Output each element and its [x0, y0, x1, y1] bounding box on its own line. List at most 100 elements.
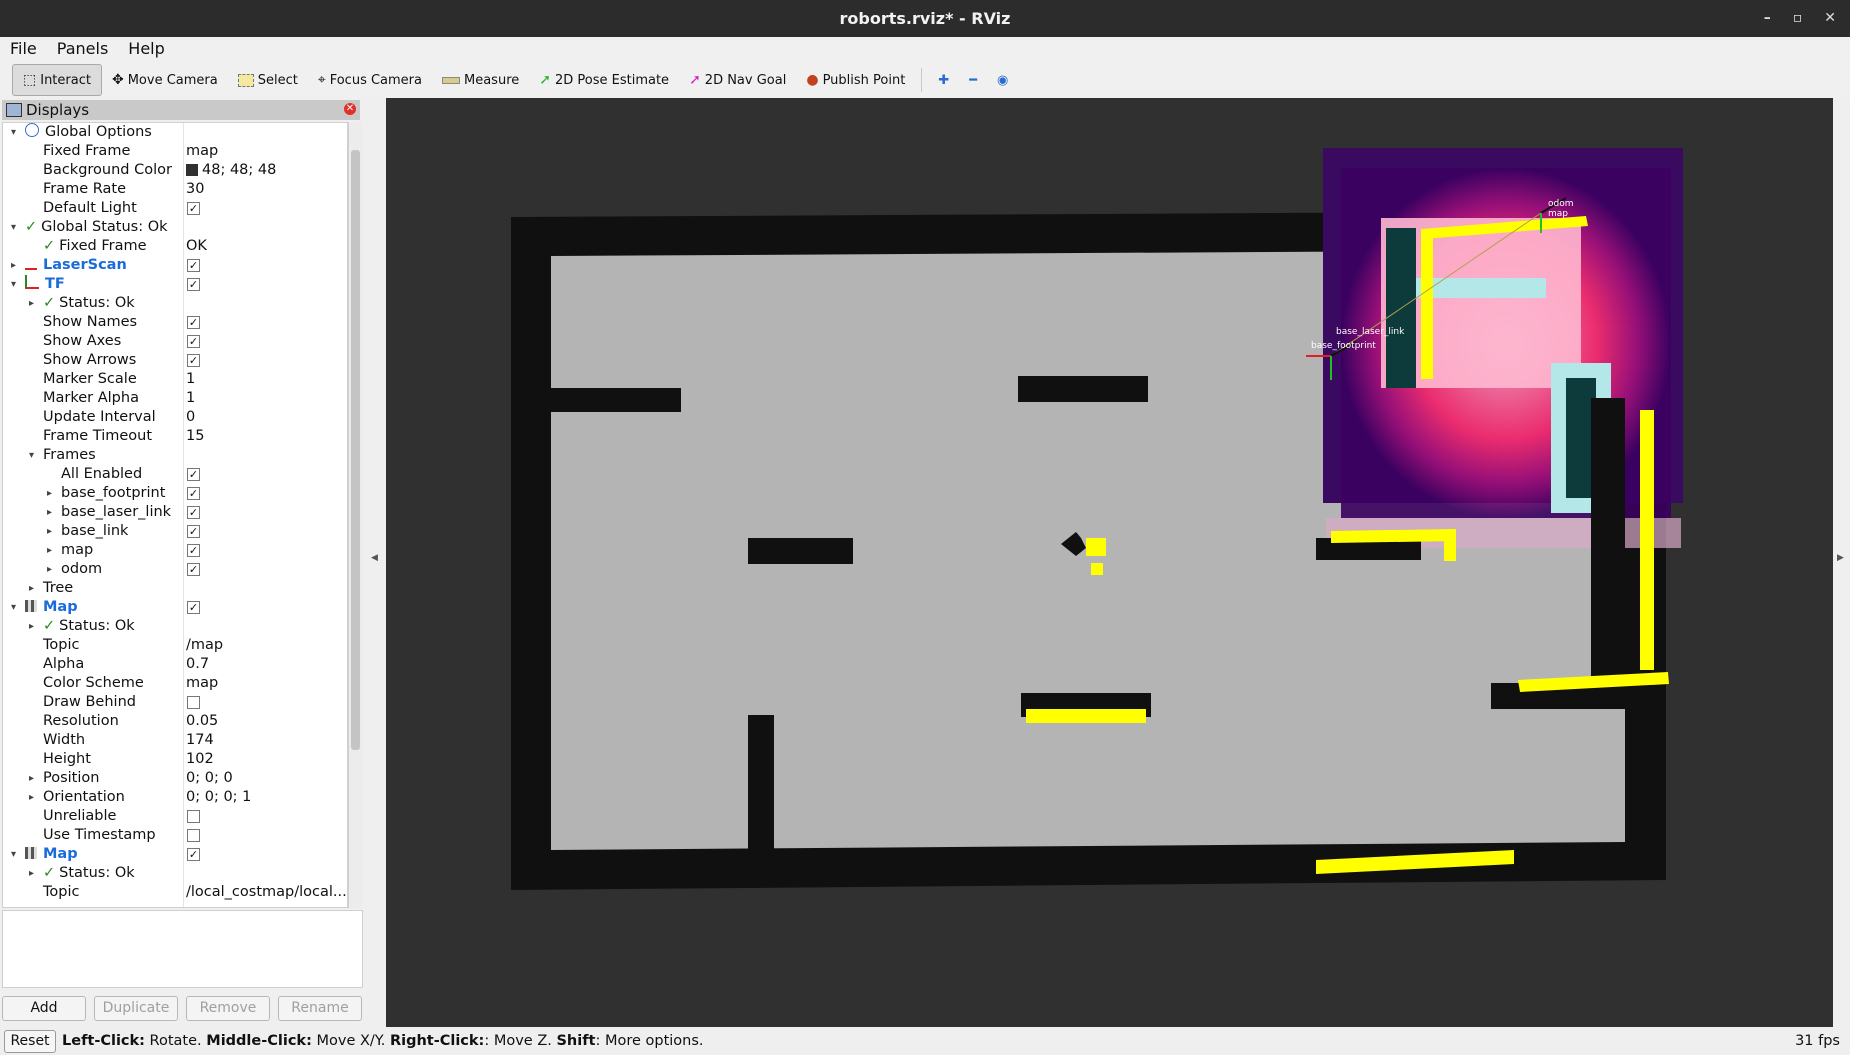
render-3d-view[interactable]: map odom base_laser_link base_footprint	[386, 98, 1833, 1027]
remove-tool-button[interactable]: ━	[959, 65, 987, 95]
display-tree-row[interactable]: Fixed Frame map	[3, 142, 347, 161]
reset-button[interactable]: Reset	[4, 1030, 56, 1053]
display-tree-row[interactable]: Alpha 0.7	[3, 655, 347, 674]
display-tree-row[interactable]: ▸ base_laser_link ✓	[3, 503, 347, 522]
row-checkbox[interactable]: ✓	[187, 525, 200, 538]
expand-closed-icon[interactable]: ▸	[47, 503, 52, 522]
remove-button[interactable]: Remove	[186, 996, 270, 1021]
row-value[interactable]: /local_costmap/local...	[186, 883, 347, 902]
display-tree-row[interactable]: ▸ map ✓	[3, 541, 347, 560]
display-tree-row[interactable]: ▸ odom ✓	[3, 560, 347, 579]
menu-panels[interactable]: Panels	[47, 37, 119, 61]
move-camera-tool-button[interactable]: ✥ Move Camera	[102, 65, 228, 95]
row-value[interactable]: 30	[186, 180, 204, 199]
display-tree-row[interactable]: Marker Alpha 1	[3, 389, 347, 408]
scrollbar-thumb[interactable]	[351, 150, 360, 750]
row-checkbox[interactable]	[187, 829, 200, 842]
row-value[interactable]: OK	[186, 237, 207, 256]
display-tree-row[interactable]: Frame Timeout 15	[3, 427, 347, 446]
row-checkbox[interactable]: ✓	[187, 487, 200, 500]
row-value[interactable]: /map	[186, 636, 223, 655]
row-value[interactable]: 174	[186, 731, 214, 750]
expand-open-icon[interactable]: ▾	[29, 446, 34, 465]
row-value[interactable]: map	[186, 142, 218, 161]
display-tree-row[interactable]: Show Axes ✓	[3, 332, 347, 351]
displays-tree[interactable]: ▾ Global Options Fixed Frame map Background …	[2, 122, 348, 908]
row-value[interactable]: 0.05	[186, 712, 218, 731]
measure-tool-button[interactable]: Measure	[432, 65, 529, 95]
expand-closed-icon[interactable]: ▸	[29, 769, 34, 788]
display-tree-row[interactable]: Resolution 0.05	[3, 712, 347, 731]
add-button[interactable]: Add	[2, 996, 86, 1021]
display-tree-row[interactable]: ▾ TF ✓	[3, 275, 347, 294]
close-icon[interactable]: ✕	[1824, 0, 1836, 37]
expand-open-icon[interactable]: ▾	[11, 598, 16, 617]
display-tree-row[interactable]: ▸ base_footprint ✓	[3, 484, 347, 503]
row-checkbox[interactable]: ✓	[187, 468, 200, 481]
display-tree-row[interactable]: Unreliable	[3, 807, 347, 826]
expand-closed-icon[interactable]: ▸	[29, 617, 34, 636]
display-tree-row[interactable]: ▾ Map ✓	[3, 845, 347, 864]
display-tree-row[interactable]: ▾ Map ✓	[3, 598, 347, 617]
display-tree-row[interactable]: Background Color 48; 48; 48	[3, 161, 347, 180]
display-tree-row[interactable]: ▾ ✓ Global Status: Ok	[3, 218, 347, 237]
expand-closed-icon[interactable]: ▸	[47, 541, 52, 560]
row-checkbox[interactable]: ✓	[187, 202, 200, 215]
row-checkbox[interactable]	[187, 696, 200, 709]
display-tree-row[interactable]: Height 102	[3, 750, 347, 769]
row-checkbox[interactable]: ✓	[187, 354, 200, 367]
row-value[interactable]: 0.7	[186, 655, 209, 674]
display-tree-row[interactable]: All Enabled ✓	[3, 465, 347, 484]
display-tree-row[interactable]: Use Timestamp	[3, 826, 347, 845]
expand-closed-icon[interactable]: ▸	[47, 522, 52, 541]
nav-goal-tool-button[interactable]: ➚ 2D Nav Goal	[679, 65, 796, 95]
select-tool-button[interactable]: Select	[228, 65, 308, 95]
right-collapse-strip[interactable]: ▶	[1833, 98, 1850, 1027]
display-tree-row[interactable]: Width 174	[3, 731, 347, 750]
collapse-right-icon[interactable]: ▶	[1837, 553, 1844, 563]
row-value[interactable]: 0; 0; 0	[186, 769, 233, 788]
left-collapse-strip[interactable]: ◀	[364, 98, 386, 1027]
display-tree-row[interactable]: Show Names ✓	[3, 313, 347, 332]
expand-closed-icon[interactable]: ▸	[29, 579, 34, 598]
display-tree-row[interactable]: Color Scheme map	[3, 674, 347, 693]
row-value[interactable]: 15	[186, 427, 204, 446]
row-checkbox[interactable]	[187, 810, 200, 823]
collapse-left-icon[interactable]: ◀	[371, 553, 378, 563]
map-canvas[interactable]: map odom base_laser_link base_footprint	[386, 98, 1833, 1027]
display-tree-row[interactable]: ▸ ✓ Status: Ok	[3, 864, 347, 883]
row-value[interactable]: 1	[186, 389, 195, 408]
expand-closed-icon[interactable]: ▸	[29, 294, 34, 313]
display-tree-row[interactable]: ▸ Tree	[3, 579, 347, 598]
display-tree-row[interactable]: Topic/map	[3, 636, 347, 655]
maximize-icon[interactable]: ▫	[1793, 0, 1803, 37]
row-value[interactable]: 102	[186, 750, 214, 769]
display-tree-row[interactable]: Frame Rate 30	[3, 180, 347, 199]
display-tree-row[interactable]: Show Arrows ✓	[3, 351, 347, 370]
expand-open-icon[interactable]: ▾	[11, 275, 16, 294]
display-tree-row[interactable]: Default Light ✓	[3, 199, 347, 218]
add-tool-button[interactable]: ✚	[928, 65, 959, 95]
expand-open-icon[interactable]: ▾	[11, 218, 16, 237]
row-checkbox[interactable]: ✓	[187, 278, 200, 291]
display-tree-row[interactable]: Draw Behind	[3, 693, 347, 712]
row-checkbox[interactable]: ✓	[187, 601, 200, 614]
row-checkbox[interactable]: ✓	[187, 544, 200, 557]
expand-closed-icon[interactable]: ▸	[29, 864, 34, 883]
rename-button[interactable]: Rename	[278, 996, 362, 1021]
row-value[interactable]: map	[186, 674, 218, 693]
display-tree-row[interactable]: Topic/local_costmap/local...	[3, 883, 347, 902]
pose-estimate-tool-button[interactable]: ➚ 2D Pose Estimate	[529, 65, 679, 95]
view-options-button[interactable]: ◉	[987, 65, 1018, 95]
display-tree-row[interactable]: ▸ ✓ Status: Ok	[3, 617, 347, 636]
expand-closed-icon[interactable]: ▸	[11, 256, 16, 275]
row-checkbox[interactable]: ✓	[187, 259, 200, 272]
row-checkbox[interactable]: ✓	[187, 848, 200, 861]
row-checkbox[interactable]: ✓	[187, 506, 200, 519]
display-tree-row[interactable]: ▸ LaserScan ✓	[3, 256, 347, 275]
display-tree-row[interactable]: ▸ ✓ Status: Ok	[3, 294, 347, 313]
interact-tool-button[interactable]: ⬚ Interact	[12, 64, 102, 96]
menu-help[interactable]: Help	[118, 37, 174, 61]
row-checkbox[interactable]: ✓	[187, 316, 200, 329]
expand-closed-icon[interactable]: ▸	[47, 560, 52, 579]
